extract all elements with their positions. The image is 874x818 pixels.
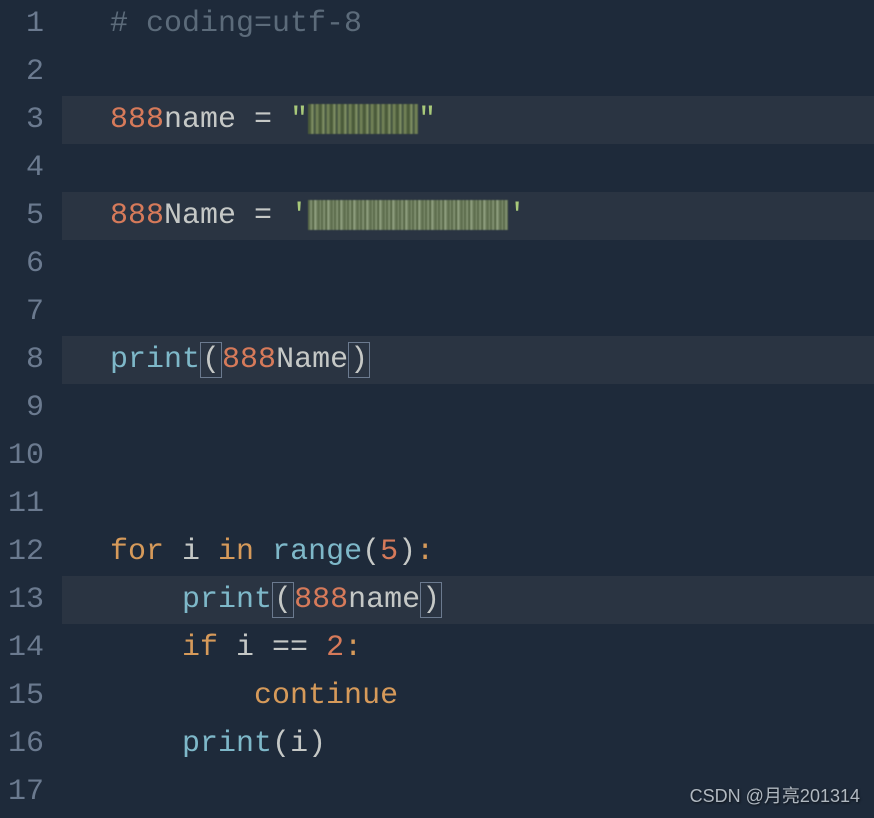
line-number: 8	[8, 336, 44, 384]
string-quote: '	[290, 199, 308, 233]
code-line[interactable]: if i == 2:	[62, 624, 874, 672]
indent	[110, 727, 182, 761]
code-line[interactable]	[62, 480, 874, 528]
code-line[interactable]: 888name = " "	[62, 96, 874, 144]
expression: i ==	[218, 631, 326, 665]
keyword: if	[182, 631, 218, 665]
builtin-function: print	[182, 583, 272, 617]
matched-bracket: (	[272, 582, 294, 618]
builtin-function: print	[110, 343, 200, 377]
operator: =	[236, 199, 290, 233]
colon: :	[416, 535, 434, 569]
keyword: for	[110, 535, 164, 569]
code-line[interactable]: 888Name = ' '	[62, 192, 874, 240]
number-literal: 888	[294, 583, 348, 617]
line-number: 4	[8, 144, 44, 192]
line-number: 15	[8, 672, 44, 720]
number-literal: 5	[380, 535, 398, 569]
code-line[interactable]	[62, 48, 874, 96]
matched-bracket: )	[348, 342, 370, 378]
number-literal: 888	[110, 103, 164, 137]
line-number: 3	[8, 96, 44, 144]
code-line[interactable]: # coding=utf-8	[62, 0, 874, 48]
matched-bracket: (	[200, 342, 222, 378]
identifier: name	[164, 103, 236, 137]
line-number: 2	[8, 48, 44, 96]
identifier: name	[348, 583, 420, 617]
line-number: 5	[8, 192, 44, 240]
code-line[interactable]: print(888Name)	[62, 336, 874, 384]
code-line[interactable]	[62, 288, 874, 336]
keyword: in	[218, 535, 254, 569]
code-line[interactable]	[62, 432, 874, 480]
comment: # coding=utf-8	[110, 7, 362, 41]
keyword: continue	[254, 679, 398, 713]
line-number: 14	[8, 624, 44, 672]
code-editor[interactable]: 1 2 3 4 5 6 7 8 9 10 11 12 13 14 15 16 1…	[0, 0, 874, 818]
gutter: 1 2 3 4 5 6 7 8 9 10 11 12 13 14 15 16 1…	[0, 0, 62, 818]
identifier: i	[290, 727, 308, 761]
matched-bracket: )	[420, 582, 442, 618]
paren: (	[272, 727, 290, 761]
code-area[interactable]: # coding=utf-8 888name = "" 888Name = ''…	[62, 0, 874, 818]
line-number: 16	[8, 720, 44, 768]
line-number: 7	[8, 288, 44, 336]
number-literal: 888	[222, 343, 276, 377]
code-line[interactable]: print(888name)	[62, 576, 874, 624]
line-number: 9	[8, 384, 44, 432]
paren: )	[398, 535, 416, 569]
code-line[interactable]	[62, 384, 874, 432]
code-line[interactable]: for i in range(5):	[62, 528, 874, 576]
code-line[interactable]	[62, 240, 874, 288]
identifier: Name	[164, 199, 236, 233]
paren: )	[308, 727, 326, 761]
string-quote: "	[290, 103, 308, 137]
line-number: 12	[8, 528, 44, 576]
paren: (	[362, 535, 380, 569]
colon: :	[344, 631, 362, 665]
code-line[interactable]: continue	[62, 672, 874, 720]
line-number: 10	[8, 432, 44, 480]
builtin-function: range	[254, 535, 362, 569]
indent	[110, 679, 254, 713]
censored-text-icon	[308, 200, 508, 230]
builtin-function: print	[182, 727, 272, 761]
identifier: Name	[276, 343, 348, 377]
string-quote: "	[418, 103, 436, 137]
line-number: 11	[8, 480, 44, 528]
watermark: CSDN @月亮201314	[690, 782, 860, 808]
number-literal: 888	[110, 199, 164, 233]
line-number: 1	[8, 0, 44, 48]
code-line[interactable]: print(i)	[62, 720, 874, 768]
indent	[110, 583, 182, 617]
indent	[110, 631, 182, 665]
line-number: 13	[8, 576, 44, 624]
line-number: 17	[8, 768, 44, 816]
censored-text-icon	[308, 104, 418, 134]
string-quote: '	[508, 199, 526, 233]
number-literal: 2	[326, 631, 344, 665]
operator: =	[236, 103, 290, 137]
line-number: 6	[8, 240, 44, 288]
code-line[interactable]	[62, 144, 874, 192]
identifier: i	[164, 535, 218, 569]
